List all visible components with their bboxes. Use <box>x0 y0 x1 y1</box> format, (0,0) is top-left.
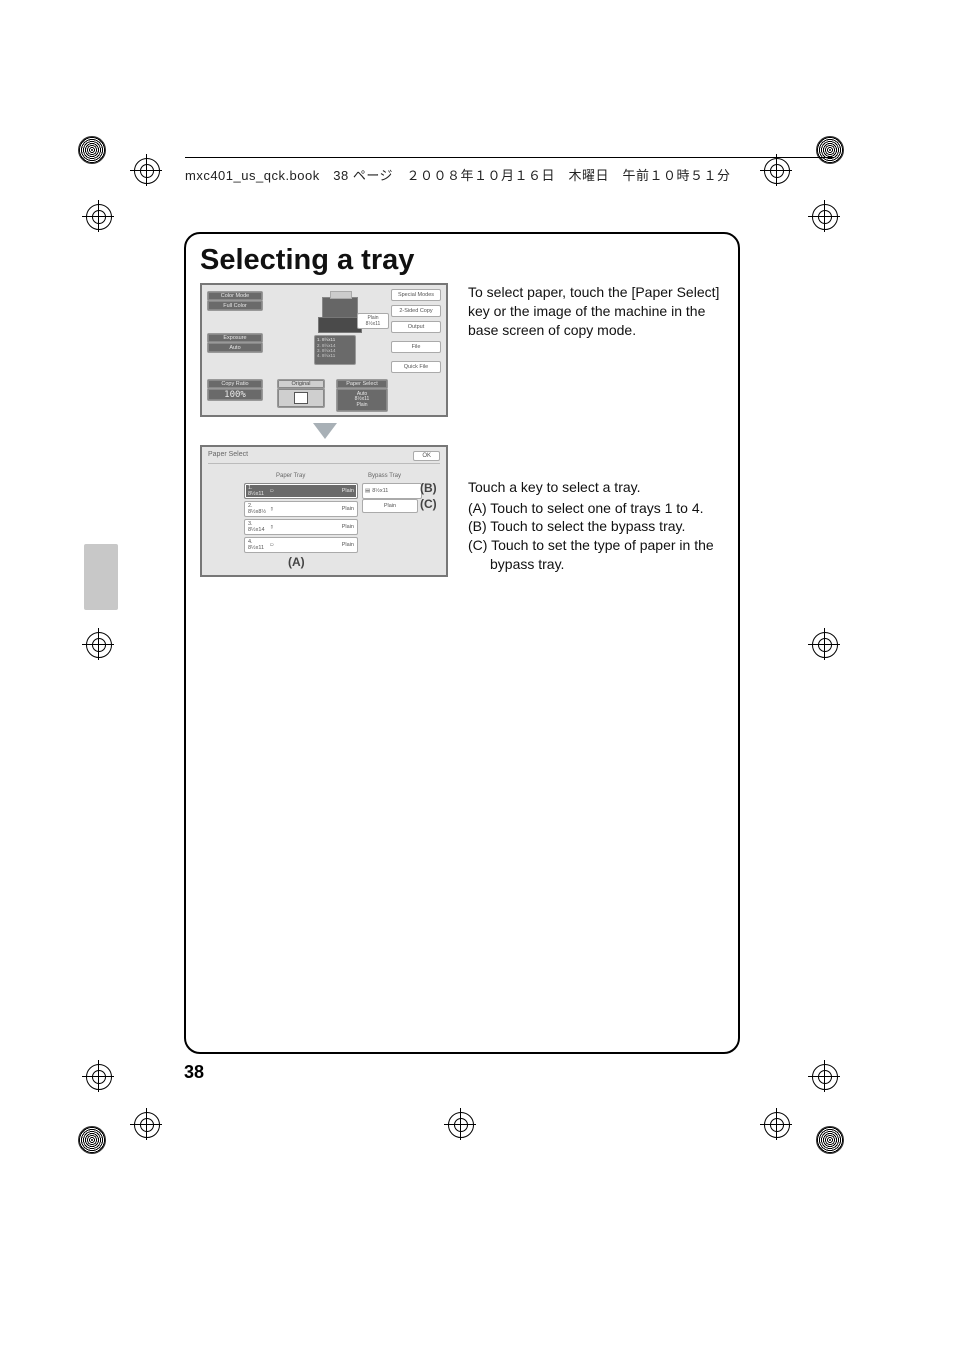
bypass-paper-type-button[interactable]: Plain <box>362 499 418 513</box>
intro-paragraph: To select paper, touch the [Paper Select… <box>468 283 724 340</box>
color-mode-value[interactable]: Full Color <box>207 300 263 311</box>
tray-row-4[interactable]: 4. 8½x11▭Plain <box>244 537 358 553</box>
divider <box>208 463 440 464</box>
step2-c: (C) Touch to set the type of paper in th… <box>468 536 724 574</box>
callout-a: (A) <box>288 555 305 569</box>
two-sided-button[interactable]: 2-Sided Copy <box>391 305 441 317</box>
copy-base-screen: Color Mode Full Color Exposure Auto Copy… <box>200 283 448 417</box>
arrow-down-icon <box>313 423 337 439</box>
ok-button[interactable]: OK <box>413 451 440 461</box>
copy-ratio-value[interactable]: 100% <box>207 388 263 401</box>
page-header: mxc401_us_qck.book 38 ページ ２００８年１０月１６日 木曜… <box>185 157 834 189</box>
screen-title: Paper Select <box>208 451 248 458</box>
callout-b: (B) <box>420 481 437 495</box>
content-frame: Selecting a tray Color Mode Full Color E… <box>184 232 740 1054</box>
cropmark <box>78 1126 112 1160</box>
section-title: Selecting a tray <box>200 244 738 277</box>
cropmark-cross <box>808 1060 842 1094</box>
paper-select-value-area[interactable]: Auto 8½x11 Plain <box>336 388 388 412</box>
page-number: 38 <box>184 1062 204 1083</box>
portrait-icon: ▯ <box>270 524 280 530</box>
cropmark-cross <box>82 628 116 662</box>
special-modes-button[interactable]: Special Modes <box>391 289 441 301</box>
quick-file-button[interactable]: Quick File <box>391 361 441 373</box>
cropmark-cross <box>82 1060 116 1094</box>
paper-select-screen: Paper Select OK Paper Tray Bypass Tray 1… <box>200 445 448 577</box>
tray-list-row: 1. 8½x11 <box>315 336 355 343</box>
tray-row-3[interactable]: 3. 8½x14▯Plain <box>244 519 358 535</box>
portrait-icon: ▯ <box>270 506 280 512</box>
paper-tray-group-label: Paper Tray <box>276 473 305 479</box>
tray-row-1[interactable]: 1. 8½x11▭Plain <box>244 483 358 499</box>
cropmark-cross <box>82 200 116 234</box>
cropmark <box>78 136 112 170</box>
bypass-tray-button[interactable]: ▤ 8½x11 <box>362 483 422 499</box>
step2-a: (A) Touch to select one of trays 1 to 4. <box>468 499 724 518</box>
header-text: mxc401_us_qck.book 38 ページ ２００８年１０月１６日 木曜… <box>185 165 731 184</box>
tray-list-panel[interactable]: 1. 8½x11 2. 8½x14 3. 8½x14 4. 8½x11 <box>314 335 356 365</box>
step2-b: (B) Touch to select the bypass tray. <box>468 517 724 536</box>
output-button[interactable]: Output <box>391 321 441 333</box>
tray-row-2[interactable]: 2. 8½x8½▯Plain <box>244 501 358 517</box>
cropmark-cross <box>130 1108 164 1142</box>
bypass-tray-group-label: Bypass Tray <box>368 473 401 479</box>
cropmark-cross <box>808 628 842 662</box>
file-button[interactable]: File <box>391 341 441 353</box>
exposure-value[interactable]: Auto <box>207 342 263 353</box>
cropmark-cross <box>808 200 842 234</box>
portrait-icon: ▭ <box>270 542 280 548</box>
cropmark-cross <box>130 154 164 188</box>
tray-list-row: 4. 8½x11 <box>315 353 355 358</box>
cropmark-cross <box>444 1108 478 1142</box>
side-thumb-tab <box>84 544 118 610</box>
plain-paper-indicator: Plain 8½x11 <box>357 313 389 329</box>
tray-icon: ▤ <box>365 488 370 494</box>
callout-c: (C) <box>420 497 437 511</box>
document-icon <box>294 392 308 404</box>
original-area[interactable] <box>277 388 325 408</box>
step2-heading: Touch a key to select a tray. <box>468 478 724 497</box>
cropmark-cross <box>760 1108 794 1142</box>
portrait-icon: ▭ <box>270 488 280 494</box>
cropmark <box>816 1126 850 1160</box>
